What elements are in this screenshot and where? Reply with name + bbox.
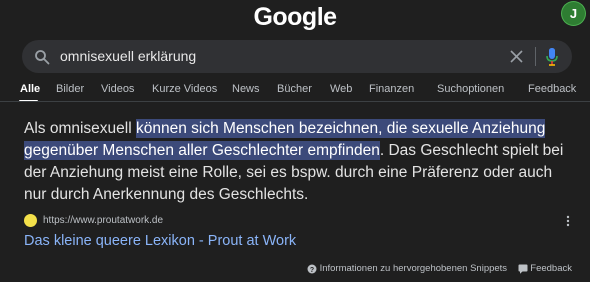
tab-bilder[interactable]: Bilder — [56, 83, 84, 95]
snippet-text: Als omnisexuell können sich Menschen bez… — [24, 118, 572, 206]
site-favicon[interactable] — [24, 214, 37, 227]
snippet-footer: ? Informationen zu hervorgehobenen Snipp… — [307, 263, 572, 274]
tab-suchoptionen[interactable]: Suchoptionen — [437, 83, 504, 95]
search-input[interactable]: omnisexuell erklärung — [60, 48, 196, 64]
tab-kurze-videos[interactable]: Kurze Videos — [152, 83, 217, 95]
tab-news[interactable]: News — [232, 83, 260, 95]
feedback-link[interactable]: Feedback — [530, 263, 572, 274]
snippet-info-link[interactable]: Informationen zu hervorgehobenen Snippet… — [320, 263, 508, 274]
search-box[interactable]: omnisexuell erklärung — [22, 40, 572, 73]
microphone-icon[interactable] — [545, 47, 559, 66]
help-icon[interactable]: ? — [307, 264, 317, 274]
tab-alle[interactable]: Alle — [20, 83, 40, 95]
tab-videos[interactable]: Videos — [101, 83, 134, 95]
search-tabs: Alle Bilder Videos Kurze Videos News Büc… — [0, 83, 590, 102]
snippet-highlight-2: gegenüber Menschen aller Geschlechter em… — [24, 141, 380, 160]
account-avatar[interactable]: J — [562, 2, 585, 25]
feedback-icon[interactable] — [518, 264, 528, 274]
google-logo[interactable]: Google — [0, 3, 590, 32]
featured-snippet: Als omnisexuell können sich Menschen bez… — [12, 102, 578, 282]
search-icon — [35, 50, 50, 65]
clear-icon[interactable] — [509, 49, 524, 64]
result-title-link[interactable]: Das kleine queere Lexikon - Prout at Wor… — [24, 233, 296, 249]
svg-text:?: ? — [310, 266, 314, 273]
header: Google J omnisexuell erklärung Alle Bild… — [0, 0, 590, 102]
snippet-highlight-1: können sich Menschen bezeichnen, die sex… — [136, 119, 546, 138]
source-url[interactable]: https://www.proutatwork.de — [43, 215, 163, 226]
search-divider — [535, 47, 536, 66]
tab-feedback[interactable]: Feedback — [528, 83, 576, 95]
tab-buecher[interactable]: Bücher — [277, 83, 312, 95]
more-options-icon[interactable] — [566, 215, 570, 227]
snippet-before: Als omnisexuell — [24, 120, 136, 137]
tab-finanzen[interactable]: Finanzen — [369, 83, 414, 95]
tab-web[interactable]: Web — [330, 83, 352, 95]
